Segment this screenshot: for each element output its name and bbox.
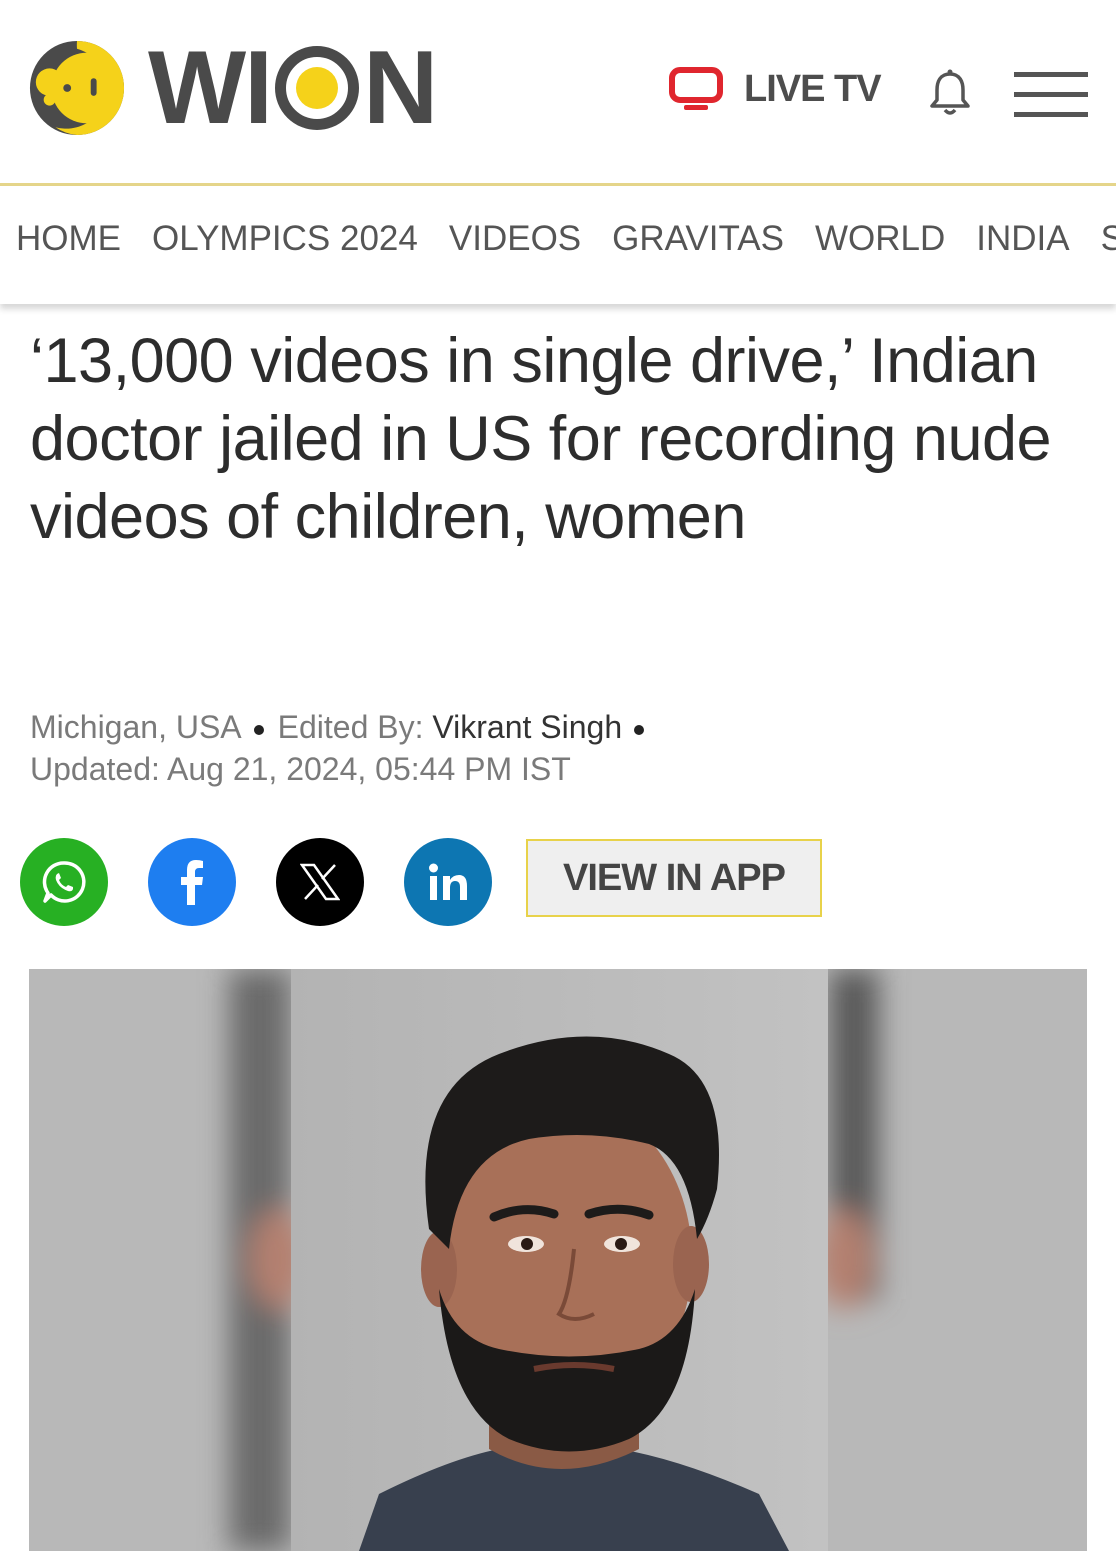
article-location: Michigan, USA [30, 709, 242, 745]
nav-item-home[interactable]: HOME [16, 219, 121, 259]
nav-item-world[interactable]: WORLD [815, 219, 945, 259]
mugshot-photo [29, 969, 1087, 1551]
hamburger-menu-icon[interactable] [1014, 72, 1088, 118]
site-logo[interactable]: WIN [28, 30, 438, 146]
whatsapp-share-button[interactable] [20, 838, 108, 926]
live-tv-link[interactable]: LIVE TV [668, 66, 882, 112]
nav-item-olympics-2024[interactable]: OLYMPICS 2024 [152, 219, 418, 259]
article-updated: Updated: Aug 21, 2024, 05:44 PM IST [30, 751, 571, 787]
live-tv-label: LIVE TV [744, 67, 882, 110]
article-meta: Michigan, USA Edited By: Vikrant Singh Up… [30, 706, 658, 790]
facebook-share-button[interactable] [148, 838, 236, 926]
wion-logo-icon [29, 40, 125, 136]
linkedin-icon [429, 863, 467, 900]
site-header: WIN LIVE TV [0, 0, 1116, 183]
separator-dot [253, 724, 264, 735]
logo-wordmark: WIN [148, 30, 438, 146]
editor-name[interactable]: Vikrant Singh [432, 709, 622, 745]
bell-icon[interactable] [926, 68, 974, 118]
article-hero-image [29, 969, 1087, 1551]
view-in-app-button[interactable]: VIEW IN APP [526, 839, 822, 917]
nav-item-truncated[interactable]: S [1101, 219, 1116, 259]
separator-dot [634, 724, 645, 735]
main-nav: HOME OLYMPICS 2024 VIDEOS GRAVITAS WORLD… [0, 186, 1116, 304]
tv-icon [669, 67, 723, 110]
nav-item-india[interactable]: INDIA [976, 219, 1069, 259]
x-icon [300, 863, 340, 901]
linkedin-share-button[interactable] [404, 838, 492, 926]
facebook-icon [181, 860, 203, 905]
nav-item-videos[interactable]: VIDEOS [449, 219, 581, 259]
nav-item-gravitas[interactable]: GRAVITAS [612, 219, 784, 259]
x-share-button[interactable] [276, 838, 364, 926]
edited-by-label: Edited By: [277, 709, 424, 745]
whatsapp-icon [42, 861, 86, 903]
article-headline: ‘13,000 videos in single drive,’ Indian … [30, 326, 1052, 552]
